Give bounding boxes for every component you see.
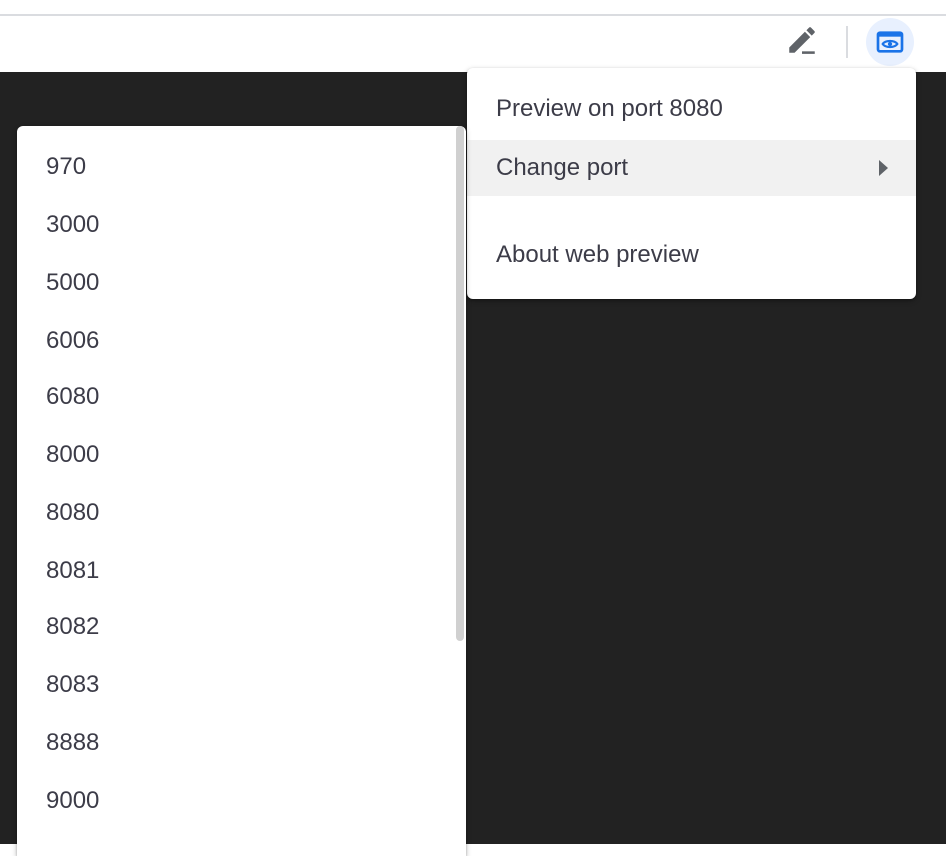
- web-preview-button[interactable]: [866, 18, 914, 66]
- web-preview-icon: [876, 31, 904, 53]
- port-submenu: 970 3000 5000 6006 6080 8000 8080 8081 8…: [17, 126, 466, 856]
- web-preview-menu: Preview on port 8080 Change port About w…: [467, 68, 916, 299]
- menu-item-label: Change port: [496, 154, 629, 181]
- port-option[interactable]: 970: [17, 139, 457, 195]
- port-label: 6080: [46, 383, 100, 410]
- port-label: 3000: [46, 211, 100, 238]
- port-option[interactable]: 8080: [17, 485, 457, 541]
- port-label: 6006: [46, 327, 100, 354]
- top-border: [0, 0, 946, 16]
- menu-item-about[interactable]: About web preview: [467, 227, 916, 283]
- port-option[interactable]: 8888: [17, 715, 457, 771]
- port-option[interactable]: 8081: [17, 543, 457, 599]
- edit-button[interactable]: [782, 20, 822, 60]
- menu-item-preview-port[interactable]: Preview on port 8080: [467, 81, 916, 137]
- port-option[interactable]: 8082: [17, 599, 457, 655]
- chevron-right-icon: [879, 160, 888, 176]
- menu-item-label: About web preview: [496, 241, 699, 268]
- port-label: 8082: [46, 613, 100, 640]
- pencil-icon: [789, 27, 815, 54]
- port-option[interactable]: 8000: [17, 427, 457, 483]
- menu-item-label: Preview on port 8080: [496, 95, 723, 122]
- port-option[interactable]: 8083: [17, 657, 457, 713]
- port-label: 8081: [46, 557, 100, 584]
- toolbar-divider: [846, 26, 848, 58]
- port-label: 970: [46, 153, 87, 180]
- port-option[interactable]: 9000: [17, 773, 457, 829]
- port-label: 8000: [46, 441, 100, 468]
- menu-item-change-port[interactable]: Change port: [467, 140, 916, 196]
- port-label: 9000: [46, 787, 100, 814]
- port-option[interactable]: 6006: [17, 313, 457, 369]
- port-label: 5000: [46, 269, 100, 296]
- port-option[interactable]: 6080: [17, 369, 457, 425]
- port-label: 8080: [46, 499, 100, 526]
- port-option[interactable]: 5000: [17, 255, 457, 311]
- port-label: 8888: [46, 729, 100, 756]
- port-list-scrollbar[interactable]: [456, 126, 464, 641]
- port-label: 8083: [46, 671, 100, 698]
- port-option[interactable]: 3000: [17, 197, 457, 253]
